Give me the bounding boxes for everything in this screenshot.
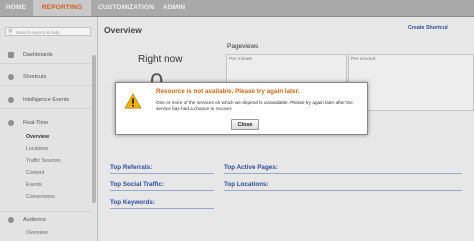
top-locations-title[interactable]: Top Locations: <box>224 181 269 188</box>
search-icon: ⚲ <box>8 29 13 35</box>
divider <box>110 190 214 191</box>
create-shortcut-link[interactable]: Create Shortcut <box>408 25 448 31</box>
sidebar-item-label: Real-Time <box>23 120 49 126</box>
sidebar-item-label: Shortcuts <box>23 74 47 80</box>
divider <box>110 173 214 174</box>
top-active-pages-title[interactable]: Top Active Pages: <box>224 164 278 171</box>
per-second-label: Per second <box>351 57 376 62</box>
tab-customization[interactable]: CUSTOMIZATION <box>98 0 154 16</box>
top-keywords-title[interactable]: Top Keywords: <box>110 199 155 206</box>
sidebar-subitem-events[interactable]: Events <box>26 182 42 188</box>
sidebar-item-real-time[interactable]: Real-Time <box>0 115 92 131</box>
divider <box>224 173 462 174</box>
sidebar-item-label: Dashboards <box>23 52 53 58</box>
per-minute-label: Per minute <box>229 57 253 62</box>
top-social-traffic-title[interactable]: Top Social Traffic: <box>110 181 164 188</box>
sidebar-item-label: Audience <box>23 217 46 223</box>
sidebar-subitem-conversions[interactable]: Conversions <box>26 194 55 200</box>
top-navigation: HOME REPORTING CUSTOMIZATION ADMIN <box>0 0 474 17</box>
sidebar-subitem-content[interactable]: Content <box>26 170 44 176</box>
close-button[interactable]: Close <box>231 119 259 130</box>
right-now-label: Right now <box>138 54 183 65</box>
sidebar-scrollbar[interactable] <box>92 55 96 203</box>
sidebar-item-intelligence-events[interactable]: Intelligence Events <box>0 92 92 109</box>
dashboard-icon <box>8 52 14 58</box>
top-referrals-title[interactable]: Top Referrals: <box>110 164 152 171</box>
error-title: Resource is not available. Please try ag… <box>156 88 300 95</box>
sidebar-item-audience[interactable]: Audience <box>0 211 92 228</box>
shortcut-icon <box>8 74 14 80</box>
pageviews-title: Pageviews <box>227 43 259 50</box>
tab-home[interactable]: HOME <box>0 0 32 16</box>
sidebar-subitem-locations[interactable]: Locations <box>26 146 48 152</box>
sidebar-item-label: Intelligence Events <box>23 97 70 103</box>
error-dialog: Resource is not available. Please try ag… <box>115 82 368 135</box>
page-title: Overview <box>104 25 142 35</box>
divider <box>110 208 214 209</box>
warning-icon <box>124 93 142 109</box>
clock-icon <box>8 120 14 126</box>
sidebar-item-shortcuts[interactable]: Shortcuts <box>0 69 92 86</box>
sidebar-item-dashboards[interactable]: Dashboards <box>0 47 92 64</box>
sidebar-subitem-traffic-sources[interactable]: Traffic Sources <box>26 158 61 164</box>
sidebar-subitem-audience-overview[interactable]: Overview <box>26 230 48 236</box>
intelligence-icon <box>8 97 14 103</box>
error-message: One or more of the services on which we … <box>156 100 353 111</box>
sidebar: ⚲ Search reports & help Dashboards Short… <box>0 17 98 241</box>
search-input[interactable]: ⚲ Search reports & help <box>5 27 91 36</box>
search-placeholder: Search reports & help <box>16 30 60 35</box>
audience-icon <box>8 217 14 223</box>
divider <box>224 190 462 191</box>
tab-admin[interactable]: ADMIN <box>163 0 185 16</box>
tab-reporting[interactable]: REPORTING <box>33 0 91 16</box>
sidebar-subitem-overview[interactable]: Overview <box>26 134 49 140</box>
